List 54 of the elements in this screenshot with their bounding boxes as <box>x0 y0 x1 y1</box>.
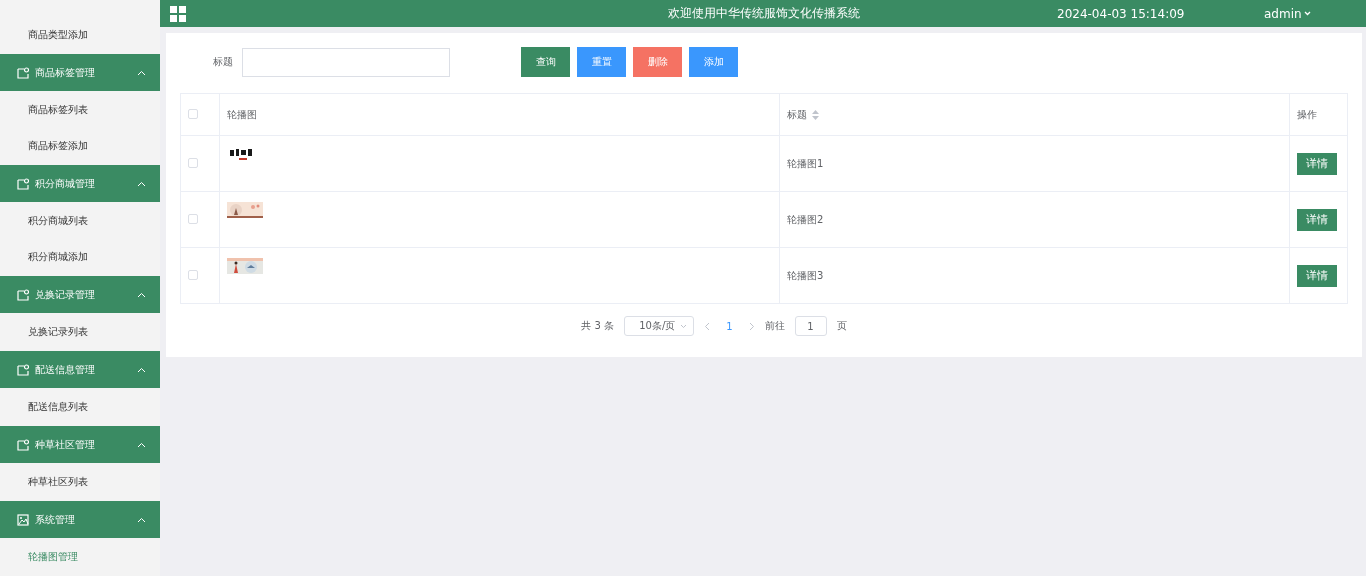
tag-icon <box>17 177 29 190</box>
column-header[interactable]: 标题 <box>787 107 819 122</box>
chevron-left-icon <box>704 321 711 331</box>
action-button[interactable]: 添加 <box>689 47 738 77</box>
menu-item[interactable]: 商品标签添加 <box>0 128 160 164</box>
details-button[interactable]: 详情 <box>1297 264 1337 287</box>
total-count: 共 3 条 <box>581 319 615 333</box>
goto-label: 前往 <box>764 319 785 333</box>
page-size-select[interactable]: 10条/页 <box>624 316 695 336</box>
search-field[interactable] <box>242 47 450 77</box>
chevron-right-icon <box>748 321 755 331</box>
table-cell: 轮播图1 <box>787 157 824 169</box>
user-menu[interactable]: admin <box>1264 6 1362 21</box>
details-button[interactable]: 详情 <box>1297 152 1337 175</box>
row-checkbox[interactable] <box>188 213 198 224</box>
tag-icon <box>17 438 29 451</box>
tag-icon <box>17 363 29 376</box>
row-checkbox[interactable] <box>188 157 198 168</box>
menu-group-header[interactable]: 种草社区管理 <box>0 426 160 463</box>
action-button[interactable]: 重置 <box>577 47 626 77</box>
column-header: 轮播图 <box>227 107 257 122</box>
menu-item[interactable]: 积分商城列表 <box>0 203 160 239</box>
menu-group-header[interactable]: 商品标签管理 <box>0 54 160 91</box>
menu-group-header[interactable]: 系统管理 <box>0 501 160 538</box>
menu-item[interactable]: 商品标签列表 <box>0 92 160 128</box>
grid-menu-icon <box>170 5 186 22</box>
menu-item[interactable]: 商品类型添加 <box>0 17 160 53</box>
tag-icon <box>17 66 29 79</box>
page-number[interactable]: 1 <box>720 320 739 332</box>
page-suffix: 页 <box>836 319 847 333</box>
menu-item[interactable]: 兑换记录列表 <box>0 314 160 350</box>
menu-item[interactable]: 积分商城添加 <box>0 239 160 275</box>
select-all-checkbox[interactable] <box>188 108 198 119</box>
chevron-down-icon <box>680 323 688 329</box>
menu-item[interactable]: 种草社区列表 <box>0 464 160 500</box>
menu-group-header[interactable]: 配送信息管理 <box>0 351 160 388</box>
table-cell: 轮播图2 <box>787 213 824 225</box>
menu-item[interactable]: 轮播图管理 <box>0 539 160 575</box>
action-button[interactable]: 查询 <box>521 47 570 77</box>
tag-icon <box>17 288 29 301</box>
image-icon <box>17 513 29 526</box>
column-header: 操作 <box>1297 107 1317 122</box>
table-cell: 轮播图3 <box>787 269 824 281</box>
details-button[interactable]: 详情 <box>1297 208 1337 231</box>
date-time: 2024-04-03 15:14:09 <box>1057 6 1186 21</box>
menu-group-header[interactable]: 兑换记录管理 <box>0 276 160 313</box>
app-title: 欢迎使用中华传统服饰文化传播系统 <box>667 5 861 22</box>
caret-down-icon <box>1303 11 1311 16</box>
row-checkbox[interactable] <box>188 269 198 280</box>
action-button[interactable]: 删除 <box>633 47 682 77</box>
field-label: 标题 <box>213 55 234 69</box>
menu-group-header[interactable]: 积分商城管理 <box>0 165 160 202</box>
page-input[interactable]: 1 <box>794 316 827 336</box>
menu-item[interactable]: 配送信息列表 <box>0 389 160 425</box>
